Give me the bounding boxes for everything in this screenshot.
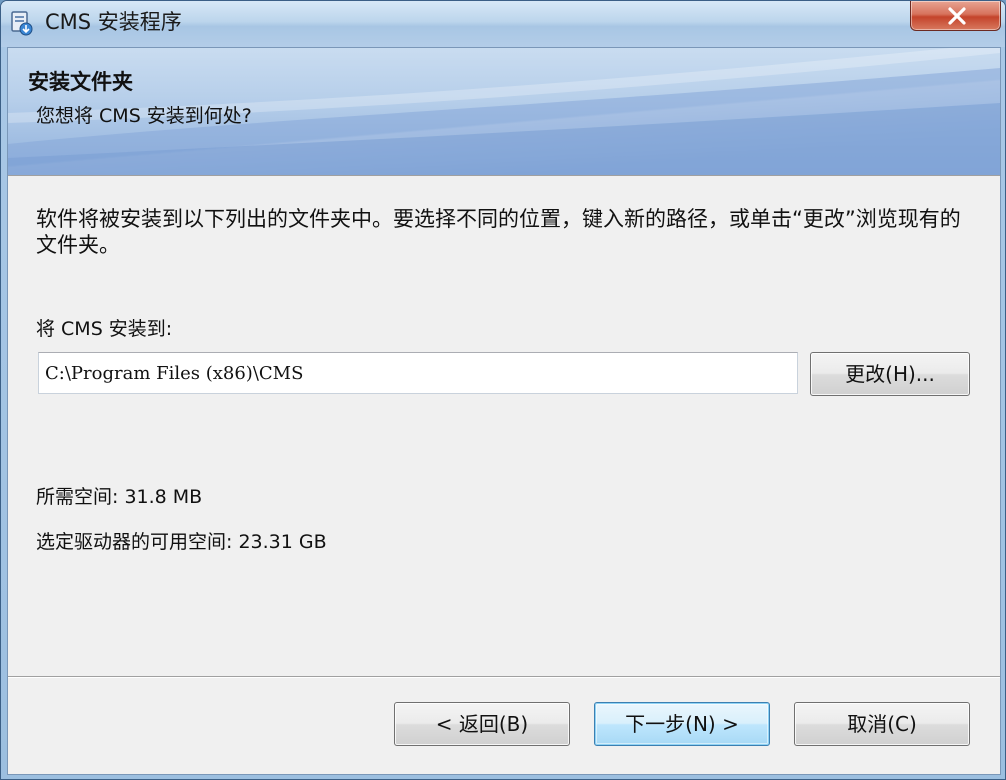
install-location-label: 将 CMS 安装到: <box>36 318 173 340</box>
close-button[interactable] <box>910 1 1001 31</box>
back-button[interactable]: < 返回(B) <box>394 702 570 746</box>
space-available-text: 选定驱动器的可用空间: 23.31 GB <box>36 531 327 553</box>
space-required-text: 所需空间: 31.8 MB <box>36 486 203 508</box>
footer-separator <box>8 676 1000 678</box>
header-banner: 安装文件夹 您想将 CMS 安装到何处? <box>8 48 1000 176</box>
installer-window: CMS 安装程序 安装文件夹 您想将 CMS 安装到何处? 软件将被安装到以下列… <box>0 0 1006 780</box>
close-icon <box>948 7 966 25</box>
installer-package-icon <box>10 10 34 36</box>
banner-title: 安装文件夹 <box>28 70 133 94</box>
change-folder-button[interactable]: 更改(H)... <box>810 352 970 396</box>
banner-subtitle: 您想将 CMS 安装到何处? <box>36 105 252 127</box>
title-bar[interactable]: CMS 安装程序 <box>1 1 1005 47</box>
window-title: CMS 安装程序 <box>45 10 182 34</box>
cancel-button[interactable]: 取消(C) <box>794 702 970 746</box>
dialog-client-area: 安装文件夹 您想将 CMS 安装到何处? 软件将被安装到以下列出的文件夹中。要选… <box>7 47 1001 775</box>
next-button[interactable]: 下一步(N) > <box>594 702 770 746</box>
install-path-input[interactable] <box>38 352 798 394</box>
install-description: 软件将被安装到以下列出的文件夹中。要选择不同的位置，键入新的路径，或单击“更改”… <box>36 207 961 257</box>
